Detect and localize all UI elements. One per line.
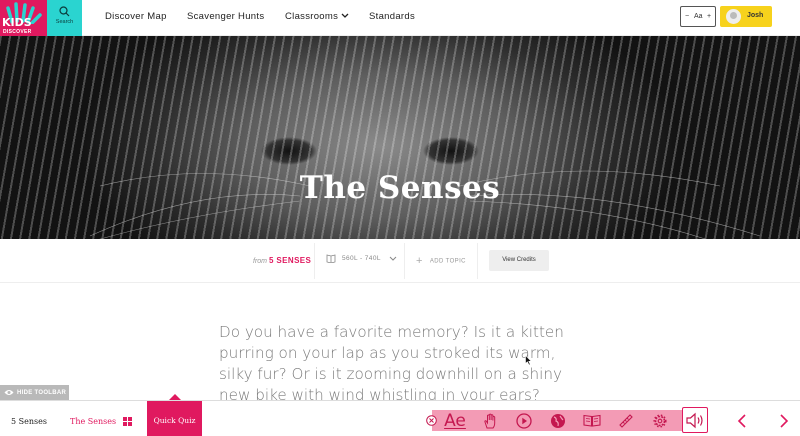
divider	[477, 243, 478, 279]
whiskers-decoration	[89, 170, 761, 239]
ruler-icon	[619, 413, 633, 428]
user-name: Josh	[747, 12, 764, 19]
page-title: The Senses	[299, 170, 501, 206]
divider	[314, 243, 315, 279]
search-button[interactable]: Search	[47, 0, 82, 36]
ruler-tool[interactable]	[614, 410, 638, 431]
gear-icon	[653, 413, 667, 428]
add-topic-button[interactable]: + ADD TOPIC	[416, 255, 466, 267]
hide-toolbar-label: HIDE TOOLBAR	[17, 389, 67, 396]
hide-toolbar-button[interactable]: HIDE TOOLBAR	[0, 385, 69, 400]
hero-image-cat: The Senses	[0, 36, 800, 239]
plus-icon: +	[416, 255, 423, 267]
book-icon	[326, 254, 336, 264]
nav-classrooms[interactable]: Classrooms	[285, 11, 349, 22]
mouse-cursor-icon	[525, 355, 532, 366]
glossary-tool[interactable]	[580, 410, 604, 431]
article-meta-bar: from 5 SENSES 560L - 740L + ADD TOPIC Vie…	[0, 239, 800, 283]
lexile-selector[interactable]: 560L - 740L	[326, 254, 397, 264]
reading-tools: Ae	[432, 410, 682, 431]
close-icon[interactable]	[426, 415, 437, 426]
nav-classrooms-label: Classrooms	[285, 11, 339, 22]
nav-discover-map[interactable]: Discover Map	[105, 11, 167, 22]
read-aloud-button[interactable]	[682, 407, 708, 433]
text-style-label: Ae	[444, 410, 466, 431]
add-topic-label: ADD TOPIC	[429, 258, 466, 265]
font-size-control: − Aa +	[680, 6, 716, 27]
view-credits-button[interactable]: View Credits	[489, 250, 549, 271]
globe-icon	[551, 413, 565, 428]
from-label: from	[253, 258, 267, 265]
user-menu-button[interactable]: Josh	[720, 6, 772, 27]
nav-scavenger-hunts[interactable]: Scavenger Hunts	[187, 11, 264, 22]
from-collection[interactable]: from 5 SENSES	[253, 256, 311, 265]
nav-standards[interactable]: Standards	[369, 11, 415, 22]
text-style-tool[interactable]: Ae	[442, 410, 468, 431]
speaker-icon	[686, 412, 703, 429]
collection-link[interactable]: 5 SENSES	[269, 256, 311, 265]
quick-quiz-button[interactable]: Quick Quiz	[147, 401, 202, 436]
hand-icon	[484, 413, 496, 428]
font-size-label: Aa	[694, 13, 703, 20]
breadcrumb-collection[interactable]: 5 Senses	[11, 417, 47, 426]
avatar	[726, 9, 741, 24]
map-tool[interactable]	[546, 410, 570, 431]
eye-icon	[4, 390, 14, 395]
play-tool[interactable]	[512, 410, 536, 431]
play-icon	[516, 412, 532, 429]
search-icon	[59, 6, 70, 17]
hand-tool[interactable]	[478, 410, 502, 431]
chevron-left-icon[interactable]	[737, 414, 747, 428]
font-decrease-button[interactable]: −	[685, 13, 689, 20]
breadcrumb-article[interactable]: The Senses	[70, 417, 116, 426]
grid-icon[interactable]	[123, 417, 132, 426]
logo-text: KIDS	[2, 16, 32, 29]
top-header: KIDS DISCOVER Search Discover Map Scaven…	[0, 0, 800, 43]
chevron-right-icon[interactable]	[779, 414, 789, 428]
logo-subtext: DISCOVER	[3, 29, 32, 35]
lexile-range: 560L - 740L	[342, 255, 381, 262]
chevron-down-icon	[341, 14, 349, 19]
search-label: Search	[55, 19, 74, 25]
font-increase-button[interactable]: +	[707, 13, 711, 20]
divider	[404, 243, 405, 279]
settings-tool[interactable]	[648, 410, 672, 431]
article-paragraph: Do you have a favorite memory? Is it a k…	[219, 323, 564, 404]
open-book-icon	[583, 414, 601, 427]
chevron-down-icon	[389, 256, 397, 261]
